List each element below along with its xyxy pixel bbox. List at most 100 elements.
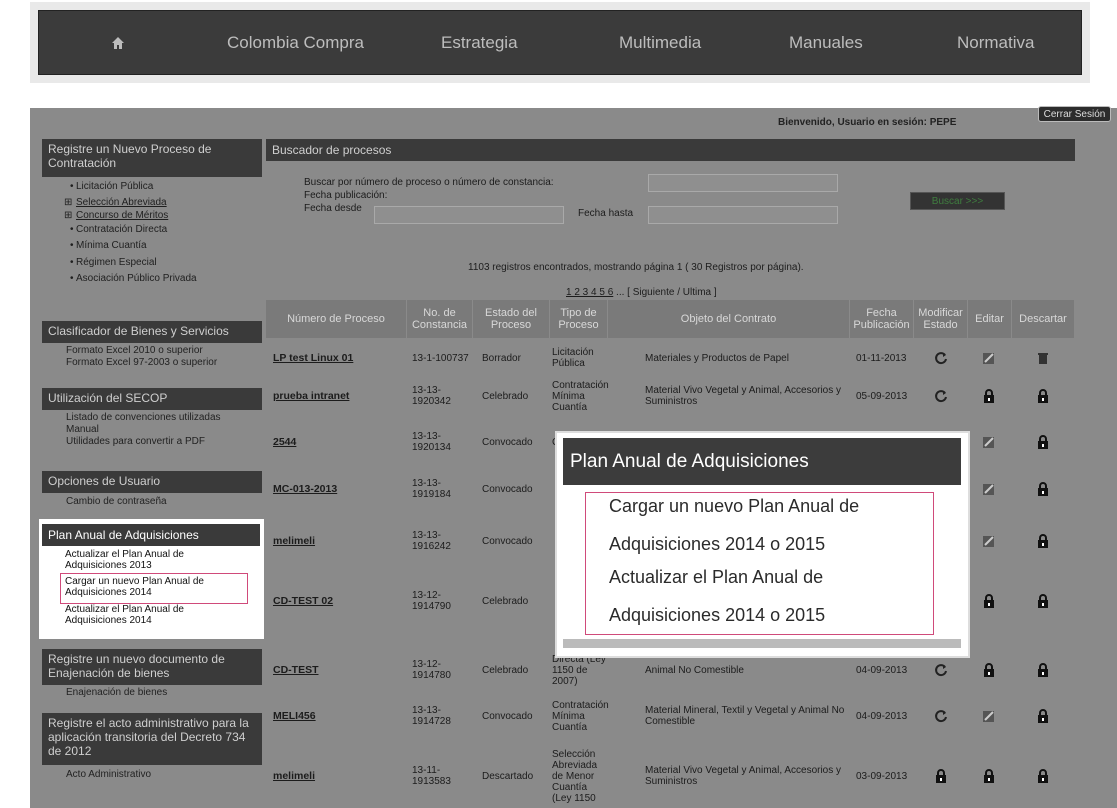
lock-icon[interactable] bbox=[978, 572, 1000, 630]
sidebar-item-excel2010[interactable]: Formato Excel 2010 o superior bbox=[66, 345, 262, 357]
sidebar-item-app[interactable]: Asociación Público Privada bbox=[42, 271, 262, 288]
search-from-input[interactable] bbox=[374, 206, 564, 224]
trash-icon[interactable] bbox=[1032, 342, 1054, 374]
plan-item-actualizar-2013-b[interactable]: Adquisiciones 2013 bbox=[65, 560, 152, 571]
fecha-cell: 05-09-2013 bbox=[856, 390, 908, 402]
sidebar-secop-head: Utilización del SECOP bbox=[42, 388, 262, 410]
tipo-cell: Contratación Mínima Cuantía bbox=[552, 699, 609, 733]
nav-multimedia[interactable]: Multimedia bbox=[619, 11, 701, 74]
process-number-link[interactable]: CD-TEST bbox=[273, 648, 407, 692]
sidebar-opciones-head: Opciones de Usuario bbox=[42, 471, 262, 493]
sidebar-registro-head: Registre un Nuevo Proceso de Contratació… bbox=[42, 139, 262, 177]
search-head: Buscador de procesos bbox=[266, 139, 1075, 161]
sidebar-item-acto[interactable]: Acto Administrativo bbox=[66, 769, 262, 781]
fecha-cell: 03-09-2013 bbox=[856, 770, 908, 782]
col-tipo: Tipo de Proceso bbox=[550, 300, 608, 338]
process-number-link[interactable]: 2544 bbox=[273, 420, 407, 464]
results-summary: 1103 registros encontrados, mostrando pá… bbox=[468, 262, 804, 273]
sidebar-acto-list: Acto Administrativo bbox=[42, 769, 262, 783]
sidebar-item-contrasena[interactable]: Cambio de contraseña bbox=[66, 496, 262, 508]
table-row: MELI456 13-13-1914728 Convocado Contratació… bbox=[266, 692, 1074, 740]
process-number-link[interactable]: melimeli bbox=[273, 516, 407, 566]
nav-estrategia[interactable]: Estrategia bbox=[441, 11, 518, 74]
process-number-link[interactable]: CD-TEST 02 bbox=[273, 572, 407, 630]
edit-icon[interactable] bbox=[978, 342, 1000, 374]
lock-icon[interactable] bbox=[1032, 374, 1054, 418]
lock-icon[interactable] bbox=[1032, 420, 1054, 464]
process-number-link[interactable]: LP test Linux 01 bbox=[273, 342, 407, 374]
refresh-icon[interactable] bbox=[930, 342, 952, 374]
objeto-cell: Material Vivo Vegetal y Animal, Accesori… bbox=[645, 765, 842, 787]
refresh-icon[interactable] bbox=[930, 692, 952, 740]
sidebar-registro-list: Licitación Pública Selección Abreviada C… bbox=[42, 179, 262, 309]
plan-highlight-box bbox=[60, 573, 248, 604]
fecha-cell: 04-09-2013 bbox=[856, 710, 908, 722]
search-number-input[interactable] bbox=[648, 174, 838, 192]
sidebar-opciones-list: Cambio de contraseña bbox=[42, 496, 262, 510]
top-navigation: Colombia Compra Estrategia Multimedia Ma… bbox=[38, 10, 1082, 75]
refresh-icon[interactable] bbox=[930, 374, 952, 418]
lock-icon[interactable] bbox=[1032, 516, 1054, 566]
popup-actualizar-line1[interactable]: Actualizar el Plan Anual de bbox=[609, 567, 823, 588]
col-descartar: Descartar bbox=[1019, 313, 1067, 325]
lock-icon[interactable] bbox=[1032, 648, 1054, 692]
sidebar-item-minima[interactable]: Mínima Cuantía bbox=[42, 238, 262, 255]
lock-icon[interactable] bbox=[978, 374, 1000, 418]
plan-item-actualizar-2013[interactable]: Actualizar el Plan Anual de bbox=[65, 549, 184, 560]
edit-icon[interactable] bbox=[978, 692, 1000, 740]
edit-icon[interactable] bbox=[978, 420, 1000, 464]
lock-icon[interactable] bbox=[1032, 467, 1054, 511]
lock-icon[interactable] bbox=[1032, 692, 1054, 740]
sidebar-item-excel97[interactable]: Formato Excel 97-2003 o superior bbox=[66, 357, 262, 369]
pagination: 1 2 3 4 5 6 ... [ Siguiente / Ultima ] bbox=[566, 287, 717, 298]
home-icon[interactable] bbox=[111, 11, 125, 74]
nav-manuales[interactable]: Manuales bbox=[789, 11, 863, 74]
sidebar-item-convenciones[interactable]: Listado de convenciones utilizadas bbox=[66, 412, 262, 424]
sidebar-item-licitacion[interactable]: Licitación Pública bbox=[42, 179, 262, 196]
lock-icon[interactable] bbox=[1032, 572, 1054, 630]
estado-cell: Convocado bbox=[482, 535, 533, 547]
estado-cell: Borrador bbox=[482, 352, 521, 364]
process-number-link[interactable]: MC-013-2013 bbox=[273, 467, 407, 511]
constancia-cell: 13-13-1919184 bbox=[412, 478, 451, 500]
sidebar-item-seleccion[interactable]: Selección Abreviada bbox=[42, 196, 262, 209]
popup-actualizar-line2[interactable]: Adquisiciones 2014 o 2015 bbox=[609, 605, 825, 626]
popup-cargar-line2[interactable]: Adquisiciones 2014 o 2015 bbox=[609, 534, 825, 555]
plan-item-actualizar-2014-b[interactable]: Adquisiciones 2014 bbox=[65, 615, 152, 626]
sidebar-item-enajenacion[interactable]: Enajenación de bienes bbox=[66, 687, 262, 699]
sidebar-item-regimen[interactable]: Régimen Especial bbox=[42, 255, 262, 272]
lock-icon[interactable] bbox=[978, 744, 1000, 808]
edit-icon[interactable] bbox=[978, 467, 1000, 511]
plan-item-actualizar-2014[interactable]: Actualizar el Plan Anual de bbox=[65, 604, 184, 615]
tipo-cell: Licitación Pública bbox=[552, 347, 594, 369]
col-modificar: Modificar Estado bbox=[914, 300, 968, 338]
popup-title: Plan Anual de Adquisiciones bbox=[563, 438, 961, 485]
nav-normativa[interactable]: Normativa bbox=[957, 11, 1034, 74]
edit-icon[interactable] bbox=[978, 516, 1000, 566]
process-number-link[interactable]: melimeli bbox=[273, 744, 407, 808]
lock-icon[interactable] bbox=[978, 648, 1000, 692]
process-number-link[interactable]: prueba intranet bbox=[273, 374, 407, 418]
pager-next-last[interactable]: ... [ Siguiente / Ultima ] bbox=[616, 287, 717, 298]
lock-icon[interactable] bbox=[930, 744, 952, 808]
sidebar-item-concurso[interactable]: Concurso de Méritos bbox=[42, 209, 262, 222]
process-number-link[interactable]: MELI456 bbox=[273, 692, 407, 740]
col-editar: Editar bbox=[968, 300, 1012, 338]
sidebar-secop-list: Listado de convenciones utilizadas Manua… bbox=[42, 412, 262, 458]
search-to-input[interactable] bbox=[648, 206, 838, 224]
objeto-cell: Material Vivo Vegetal y Animal, Accesori… bbox=[645, 385, 842, 407]
nav-colombia-compra[interactable]: Colombia Compra bbox=[227, 11, 364, 74]
search-button[interactable]: Buscar >>> bbox=[910, 192, 1005, 210]
estado-cell: Convocado bbox=[482, 483, 533, 495]
lock-icon[interactable] bbox=[1032, 744, 1054, 808]
sidebar-item-pdf[interactable]: Utilidades para convertir a PDF bbox=[66, 436, 262, 448]
estado-cell: Celebrado bbox=[482, 595, 529, 607]
logout-button[interactable]: Cerrar Sesión bbox=[1038, 106, 1111, 122]
sidebar-item-directa[interactable]: Contratación Directa bbox=[42, 222, 262, 239]
fecha-cell: 01-11-2013 bbox=[856, 352, 907, 364]
session-greeting: Bienvenido, Usuario en sesión: PEPE bbox=[778, 117, 957, 128]
page-links[interactable]: 1 2 3 4 5 6 bbox=[566, 287, 613, 298]
popup-cargar-line1[interactable]: Cargar un nuevo Plan Anual de bbox=[609, 496, 859, 517]
sidebar-item-manual[interactable]: Manual bbox=[66, 424, 262, 436]
estado-cell: Convocado bbox=[482, 710, 533, 722]
